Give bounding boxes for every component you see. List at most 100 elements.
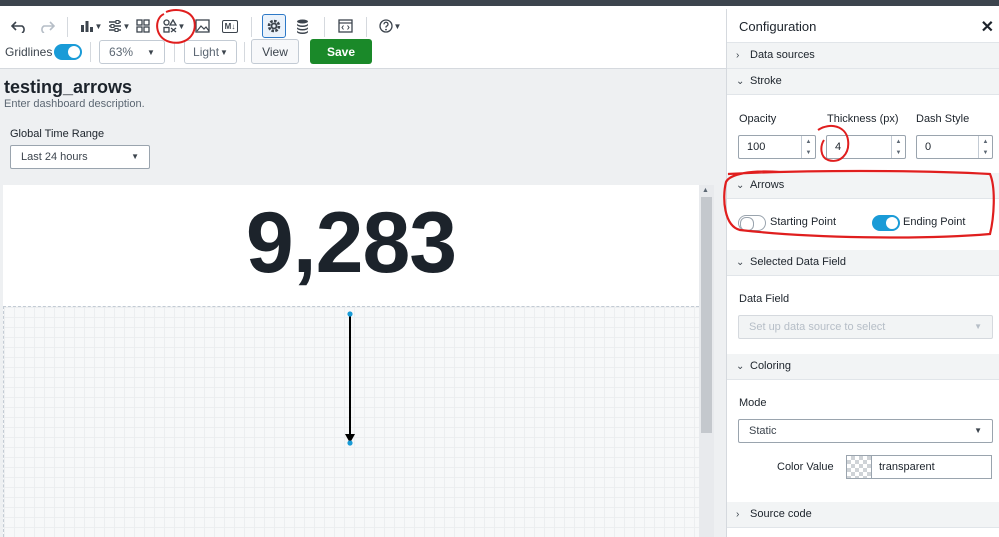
database-icon: [296, 19, 308, 34]
chevron-down-icon: ▼: [974, 426, 982, 435]
section-coloring[interactable]: ⌄ Coloring: [727, 354, 999, 380]
panel-title: Configuration: [739, 19, 817, 34]
chevron-right-icon: ›: [736, 509, 740, 520]
toolbar-row-tools: ▼ ▼ ▼ M↓ ▼: [0, 13, 726, 39]
coloring-mode-value: Static: [749, 425, 777, 437]
color-value-text: transparent: [879, 461, 935, 473]
bar-chart-icon: [80, 21, 93, 32]
coloring-mode-select[interactable]: Static ▼: [738, 419, 993, 443]
add-input-button[interactable]: ▼: [107, 13, 131, 39]
source-code-button[interactable]: [336, 13, 354, 39]
ending-point-label: Ending Point: [903, 216, 966, 228]
time-range-select[interactable]: Last 24 hours ▼: [10, 145, 150, 169]
chevron-down-icon: ⌄: [736, 257, 745, 268]
time-range-label: Global Time Range: [10, 128, 105, 140]
add-shape-button[interactable]: ▼: [162, 13, 186, 39]
data-field-label: Data Field: [739, 293, 790, 305]
data-sources-button[interactable]: [293, 13, 311, 39]
single-value-viz[interactable]: 9,283: [3, 195, 699, 291]
configuration-button[interactable]: [262, 14, 286, 38]
chevron-down-icon: ▼: [94, 21, 103, 31]
panel-header: Configuration ✕: [727, 9, 999, 43]
theme-select[interactable]: Light ▼: [184, 40, 237, 64]
thickness-value: 4: [835, 141, 842, 153]
scroll-up-icon[interactable]: ▲: [702, 187, 709, 194]
chevron-down-icon: ▼: [393, 21, 402, 31]
close-icon[interactable]: ✕: [981, 17, 994, 37]
undo-icon: [11, 21, 25, 33]
thickness-input[interactable]: 4 ▲ ▼: [826, 135, 906, 159]
opacity-label: Opacity: [739, 113, 777, 125]
add-image-button[interactable]: [194, 13, 210, 39]
add-grid-button[interactable]: [135, 13, 151, 39]
chevron-down-icon: ▼: [122, 21, 131, 31]
grid-icon: [136, 19, 150, 33]
dash-style-value: 0: [925, 141, 932, 153]
chevron-down-icon: ▼: [220, 47, 228, 57]
data-field-select[interactable]: Set up data source to select ▼: [738, 315, 993, 339]
ending-point-toggle[interactable]: [872, 215, 900, 231]
sliders-icon: [108, 20, 121, 32]
section-label: Stroke: [750, 75, 782, 87]
dash-style-input[interactable]: 0 ▲ ▼: [916, 135, 993, 159]
chevron-down-icon: ⌄: [736, 76, 745, 87]
thickness-label: Thickness (px): [827, 113, 899, 125]
section-label: Source code: [750, 508, 812, 520]
starting-point-label: Starting Point: [770, 216, 837, 228]
code-icon: [337, 19, 353, 33]
help-button[interactable]: ▼: [377, 13, 403, 39]
color-value-input[interactable]: transparent: [872, 455, 992, 479]
undo-button[interactable]: [10, 13, 28, 39]
zoom-select[interactable]: 63% ▼: [99, 40, 165, 64]
arrow-start-handle[interactable]: [347, 311, 353, 317]
toolbar-separator: [324, 17, 325, 37]
chevron-down-icon: ▼: [177, 21, 186, 31]
section-source-code[interactable]: › Source code: [727, 502, 999, 528]
starting-point-toggle[interactable]: [738, 215, 766, 231]
redo-button[interactable]: [38, 13, 56, 39]
section-stroke[interactable]: ⌄ Stroke: [727, 69, 999, 95]
chevron-down-icon: ⌄: [736, 361, 745, 372]
section-selected-data-field[interactable]: ⌄ Selected Data Field: [727, 250, 999, 276]
section-data-sources[interactable]: › Data sources: [727, 43, 999, 69]
mode-label: Mode: [739, 397, 767, 409]
color-swatch[interactable]: [846, 455, 872, 479]
dashboard-description[interactable]: Enter dashboard description.: [4, 98, 145, 110]
chevron-down-icon: ▼: [147, 47, 155, 57]
section-label: Data sources: [750, 49, 815, 61]
thickness-stepper[interactable]: ▲ ▼: [891, 136, 905, 158]
opacity-stepper[interactable]: ▲ ▼: [801, 136, 815, 158]
image-icon: [194, 19, 210, 33]
shapes-icon: [162, 19, 177, 33]
gridlines-label: Gridlines: [5, 45, 53, 59]
redo-icon: [41, 21, 55, 33]
dash-style-stepper[interactable]: ▲ ▼: [978, 136, 992, 158]
toolbar-separator: [174, 42, 175, 62]
chevron-down-icon: ▼: [974, 322, 982, 331]
save-button[interactable]: Save: [310, 39, 372, 64]
editor-toolbar: ▼ ▼ ▼ M↓ ▼ Gridlines 63% ▼ Light ▼ View …: [0, 9, 726, 69]
toolbar-separator: [366, 17, 367, 37]
scrollbar-thumb[interactable]: [701, 197, 712, 433]
line-arrow-shape[interactable]: [340, 310, 360, 450]
gear-icon: [267, 19, 281, 33]
canvas-scrollbar[interactable]: ▲: [699, 185, 714, 537]
toolbar-row-settings: Gridlines 63% ▼ Light ▼ View Save: [0, 39, 726, 65]
zoom-value: 63%: [109, 45, 134, 59]
dashboard-title[interactable]: testing_arrows: [4, 77, 132, 98]
view-button[interactable]: View: [251, 39, 299, 64]
dash-style-label: Dash Style: [916, 113, 970, 125]
section-arrows[interactable]: ⌄ Arrows: [727, 173, 999, 199]
theme-value: Light: [193, 45, 220, 59]
add-markdown-button[interactable]: M↓: [220, 13, 240, 39]
arrow-end-handle[interactable]: [347, 440, 353, 446]
section-label: Coloring: [750, 360, 791, 372]
opacity-input[interactable]: 100 ▲ ▼: [738, 135, 816, 159]
help-icon: [378, 19, 393, 33]
window-top-strip: [0, 0, 999, 9]
gridlines-toggle[interactable]: [54, 44, 82, 60]
toolbar-separator: [244, 42, 245, 62]
section-label: Selected Data Field: [750, 256, 846, 268]
chevron-down-icon: ⌄: [736, 180, 745, 191]
add-chart-button[interactable]: ▼: [79, 13, 103, 39]
